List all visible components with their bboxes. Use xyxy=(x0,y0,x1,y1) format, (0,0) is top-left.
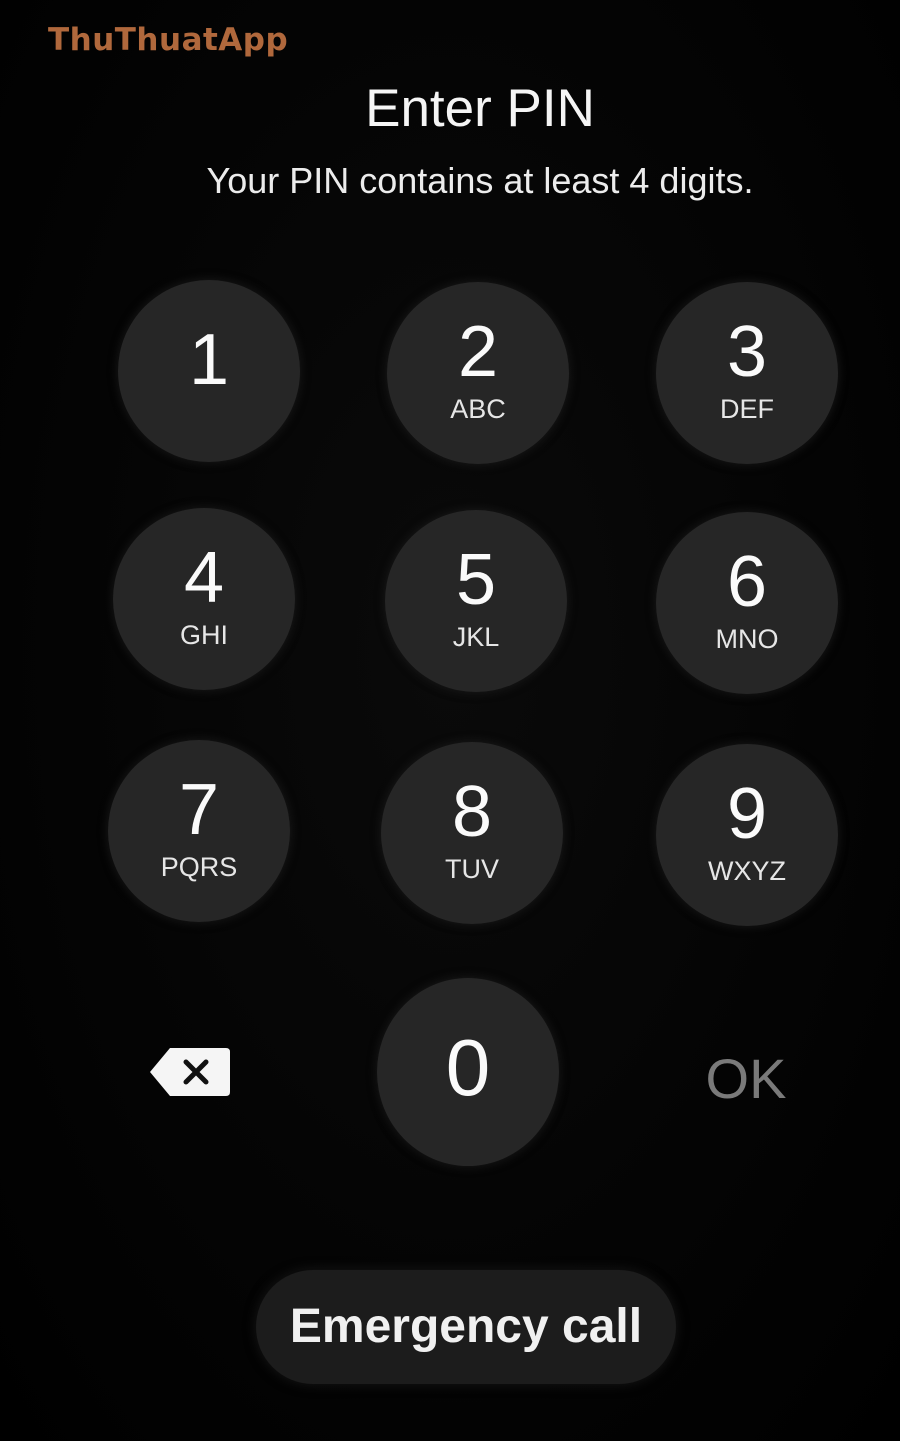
key-letters: GHI xyxy=(179,620,228,650)
key-digit: 2 xyxy=(457,312,499,392)
ok-button[interactable]: OK xyxy=(700,1046,792,1110)
key-letters: JKL xyxy=(452,622,500,652)
key-digit: 7 xyxy=(178,770,220,850)
backspace-icon xyxy=(150,1048,230,1096)
key-9[interactable]: 9 WXYZ xyxy=(656,744,838,926)
emergency-call-button[interactable]: Emergency call xyxy=(256,1270,676,1384)
key-digit: 8 xyxy=(451,772,493,852)
watermark-logo: ThuThuatApp xyxy=(48,22,289,58)
key-1[interactable]: 1 xyxy=(118,280,300,462)
key-digit: 0 xyxy=(445,1023,491,1112)
key-0[interactable]: 0 xyxy=(377,978,559,1166)
key-digit: 6 xyxy=(726,542,768,622)
key-letters: PQRS xyxy=(160,852,238,882)
backspace-button[interactable] xyxy=(148,1044,232,1100)
key-7[interactable]: 7 PQRS xyxy=(108,740,290,922)
key-digit: 4 xyxy=(183,538,225,618)
key-letters: ABC xyxy=(450,394,506,424)
key-2[interactable]: 2 ABC xyxy=(387,282,569,464)
key-5[interactable]: 5 JKL xyxy=(385,510,567,692)
key-digit: 3 xyxy=(726,312,768,392)
key-letters: MNO xyxy=(715,624,779,654)
key-3[interactable]: 3 DEF xyxy=(656,282,838,464)
key-4[interactable]: 4 GHI xyxy=(113,508,295,690)
key-6[interactable]: 6 MNO xyxy=(656,512,838,694)
key-letters: WXYZ xyxy=(708,856,786,886)
key-digit: 1 xyxy=(188,320,230,400)
key-letters: DEF xyxy=(720,394,774,424)
page-title: Enter PIN xyxy=(365,79,595,138)
key-8[interactable]: 8 TUV xyxy=(381,742,563,924)
key-digit: 9 xyxy=(726,774,768,854)
key-digit: 5 xyxy=(455,540,497,620)
key-letters: TUV xyxy=(445,854,499,884)
pin-hint: Your PIN contains at least 4 digits. xyxy=(206,160,754,201)
